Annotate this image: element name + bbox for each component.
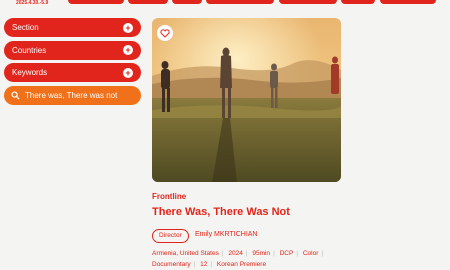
director-name: Emily MKRTICHIAN xyxy=(195,231,258,238)
nav-tab[interactable] xyxy=(279,0,337,4)
filter-label: Section xyxy=(12,23,39,32)
search-value: There was, There was not xyxy=(25,90,118,100)
nav-tab[interactable] xyxy=(128,0,168,4)
nav-tab[interactable] xyxy=(68,0,124,4)
nav-tab[interactable] xyxy=(206,0,274,4)
filter-keywords[interactable]: Keywords + xyxy=(4,63,141,83)
favorite-button[interactable] xyxy=(157,25,173,41)
meta-country: Armenia, United States xyxy=(152,250,219,257)
heart-icon xyxy=(160,28,170,38)
meta-format: DCP xyxy=(279,250,294,257)
top-navigation: 2025.4.30.-5.9 xyxy=(0,0,450,10)
filter-countries[interactable]: Countries + xyxy=(4,40,141,60)
nav-tab[interactable] xyxy=(380,0,436,4)
filter-label: Keywords xyxy=(12,68,48,78)
film-still-image[interactable] xyxy=(152,18,341,182)
film-section[interactable]: Frontline xyxy=(152,192,186,201)
plus-icon: + xyxy=(123,67,133,78)
search-icon xyxy=(11,91,20,100)
meta-rating: 12 xyxy=(200,261,208,268)
meta-color: Color xyxy=(302,250,319,257)
meta-year: 2024 xyxy=(228,250,243,257)
meta-runtime: 95min xyxy=(252,250,271,257)
director-badge: Director xyxy=(152,229,189,243)
festival-date: 2025.4.30.-5.9 xyxy=(16,0,49,6)
plus-icon: + xyxy=(123,22,133,33)
meta-genre: Documentary xyxy=(152,261,191,268)
meta-premiere: Korean Premiere xyxy=(216,261,267,268)
filter-label: Countries xyxy=(12,45,47,55)
filter-sidebar: Section + Countries + Keywords + There w… xyxy=(4,18,141,105)
search-input[interactable]: There was, There was not xyxy=(4,85,141,105)
filter-section[interactable]: Section + xyxy=(4,18,141,37)
film-card[interactable] xyxy=(152,18,342,182)
nav-tab[interactable] xyxy=(341,0,375,4)
nav-tab[interactable] xyxy=(172,0,202,4)
film-title[interactable]: There Was, There Was Not xyxy=(152,206,290,218)
film-meta: Armenia, United States | 2024 | 95min | DCP… xyxy=(152,250,324,268)
plus-icon: + xyxy=(123,45,133,56)
